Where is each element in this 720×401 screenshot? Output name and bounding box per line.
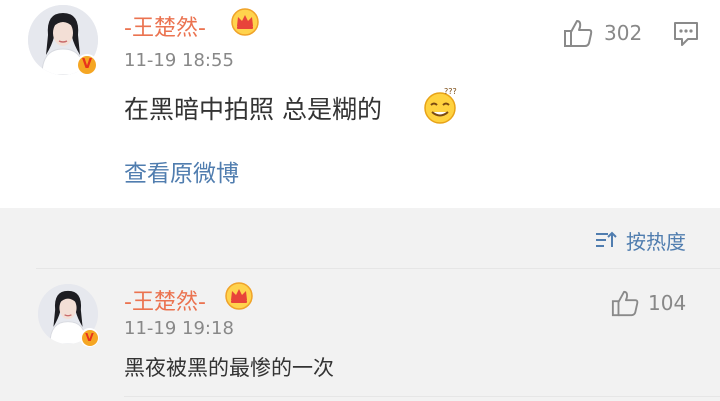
vip-crown-icon	[230, 8, 260, 36]
sort-label: 按热度	[626, 230, 686, 254]
thumbs-up-icon	[564, 20, 593, 47]
sort-icon	[596, 231, 617, 247]
comment-vip-crown-icon	[224, 282, 254, 310]
post-like-count: 302	[604, 21, 643, 45]
sort-by-hot-button[interactable]: 按热度	[594, 226, 704, 254]
comment-bottom-divider	[124, 396, 720, 397]
post-text: 在黑暗中拍照 总是糊的	[124, 95, 382, 124]
comment-thumbs-up-icon	[611, 290, 639, 317]
verified-badge-icon: V	[76, 54, 98, 76]
comment-timestamp: 11-19 19:18	[124, 318, 234, 339]
post-username[interactable]: -王楚然-	[124, 10, 206, 42]
post-like-button[interactable]: 302	[562, 16, 662, 50]
view-original-post-link[interactable]: 查看原微博	[124, 154, 239, 188]
svg-text:???: ???	[444, 87, 457, 96]
post-comment-button[interactable]	[672, 20, 702, 50]
dizzy-smile-emoji-icon: ???	[420, 86, 460, 130]
comment-text: 黑夜被黑的最惨的一次	[124, 356, 334, 380]
comment-username[interactable]: -王楚然-	[124, 284, 206, 316]
post-timestamp: 11-19 18:55	[124, 50, 234, 71]
comments-divider	[36, 268, 720, 269]
comment-icon	[674, 22, 698, 46]
comment-verified-badge-icon: V	[80, 328, 99, 347]
comment-like-count: 104	[648, 291, 687, 315]
comment-like-button[interactable]: 104	[610, 288, 700, 320]
